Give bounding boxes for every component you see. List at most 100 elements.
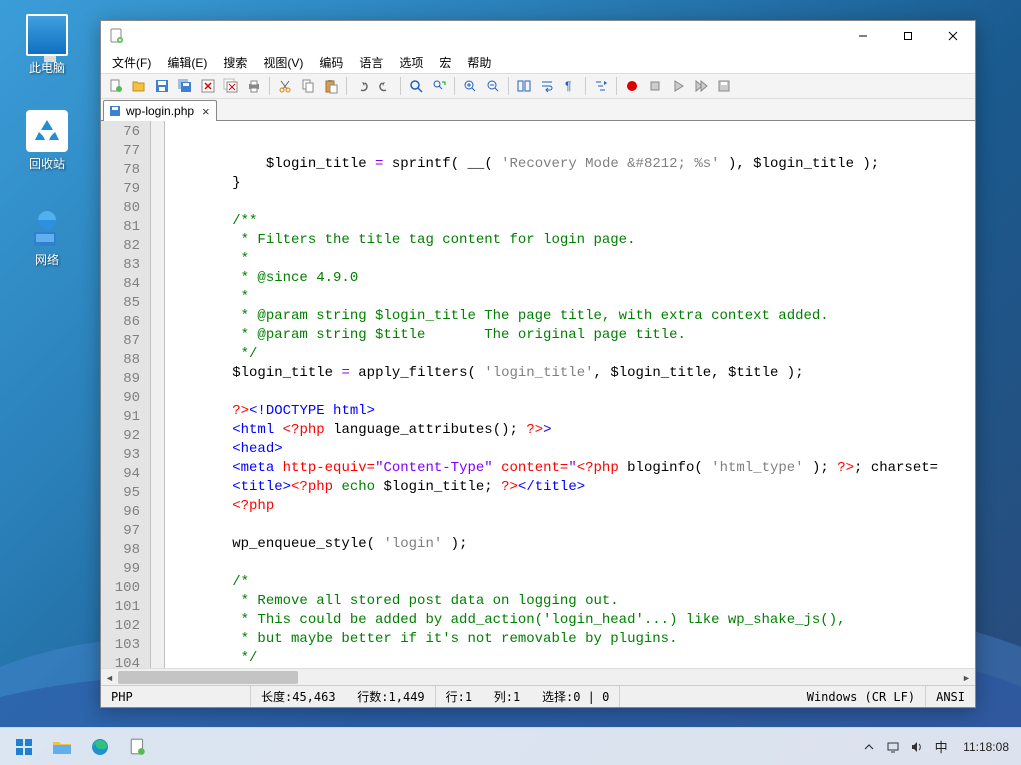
line-number: 84 — [101, 275, 150, 294]
code-line[interactable]: /* — [165, 573, 975, 592]
tab-wp-login[interactable]: wp-login.php × — [103, 100, 217, 121]
save-all-button[interactable] — [174, 75, 196, 97]
undo-button[interactable] — [351, 75, 373, 97]
code-line[interactable]: } — [165, 174, 975, 193]
tab-close-icon[interactable]: × — [202, 105, 210, 118]
desktop-icon-recycle-bin[interactable]: 回收站 — [12, 110, 82, 172]
code-line[interactable]: /** — [165, 212, 975, 231]
editor[interactable]: 7677787980818283848586878889909192939495… — [101, 121, 975, 668]
macro-record-button[interactable] — [621, 75, 643, 97]
tray-volume-icon[interactable] — [909, 739, 925, 755]
cut-button[interactable] — [274, 75, 296, 97]
scroll-left-arrow[interactable]: ◄ — [101, 669, 118, 686]
code-line[interactable]: * — [165, 288, 975, 307]
code-line[interactable]: <head> — [165, 440, 975, 459]
zoom-in-button[interactable] — [459, 75, 481, 97]
macro-stop-button[interactable] — [644, 75, 666, 97]
line-number: 85 — [101, 294, 150, 313]
titlebar[interactable] — [101, 21, 975, 51]
app-icon — [109, 28, 125, 44]
code-line[interactable]: * but maybe better if it's not removable… — [165, 630, 975, 649]
status-position: 行: 1 列: 1 选择: 0 | 0 — [436, 686, 621, 707]
show-all-chars-button[interactable]: ¶ — [559, 75, 581, 97]
open-file-button[interactable] — [128, 75, 150, 97]
sync-vscroll-button[interactable] — [513, 75, 535, 97]
code-line[interactable]: */ — [165, 649, 975, 668]
code-line[interactable] — [165, 383, 975, 402]
desktop-icon-this-pc[interactable]: 此电脑 — [12, 14, 82, 76]
menu-item-2[interactable]: 搜索 — [216, 52, 254, 73]
taskbar-edge[interactable] — [82, 731, 118, 763]
new-file-button[interactable] — [105, 75, 127, 97]
close-button[interactable] — [930, 21, 975, 51]
menu-item-4[interactable]: 编码 — [312, 52, 350, 73]
macro-save-button[interactable] — [713, 75, 735, 97]
taskbar-clock[interactable]: 11:18:08 — [957, 740, 1015, 754]
replace-button[interactable] — [428, 75, 450, 97]
code-line[interactable]: ?><!DOCTYPE html> — [165, 402, 975, 421]
tray-chevron-icon[interactable] — [861, 739, 877, 755]
menu-item-0[interactable]: 文件(F) — [105, 52, 158, 73]
taskbar-notepadpp[interactable] — [120, 731, 156, 763]
horizontal-scrollbar[interactable]: ◄ ► — [101, 668, 975, 685]
save-button[interactable] — [151, 75, 173, 97]
close-all-button[interactable] — [220, 75, 242, 97]
zoom-out-button[interactable] — [482, 75, 504, 97]
code-line[interactable]: * This could be added by add_action('log… — [165, 611, 975, 630]
copy-button[interactable] — [297, 75, 319, 97]
code-line[interactable]: * @param string $title The original page… — [165, 326, 975, 345]
tray-network-icon[interactable] — [885, 739, 901, 755]
line-number: 99 — [101, 560, 150, 579]
code-line[interactable] — [165, 516, 975, 535]
taskbar-explorer[interactable] — [44, 731, 80, 763]
recycle-icon — [26, 110, 68, 152]
scroll-right-arrow[interactable]: ► — [958, 669, 975, 686]
desktop-icon-network[interactable]: 网络 — [12, 206, 82, 268]
menu-item-7[interactable]: 宏 — [432, 52, 458, 73]
code-line[interactable]: $login_title = apply_filters( 'login_tit… — [165, 364, 975, 383]
menu-item-1[interactable]: 编辑(E) — [160, 52, 214, 73]
redo-button[interactable] — [374, 75, 396, 97]
code-line[interactable]: <?php — [165, 497, 975, 516]
line-number: 102 — [101, 617, 150, 636]
code-line[interactable]: <html <?php language_attributes(); ?>> — [165, 421, 975, 440]
maximize-button[interactable] — [885, 21, 930, 51]
close-file-button[interactable] — [197, 75, 219, 97]
code-area[interactable]: $login_title = sprintf( __( 'Recovery Mo… — [165, 121, 975, 668]
print-button[interactable] — [243, 75, 265, 97]
find-button[interactable] — [405, 75, 427, 97]
paste-button[interactable] — [320, 75, 342, 97]
code-line[interactable]: * @since 4.9.0 — [165, 269, 975, 288]
macro-play-multi-button[interactable] — [690, 75, 712, 97]
minimize-button[interactable] — [840, 21, 885, 51]
code-line[interactable]: * @param string $login_title The page ti… — [165, 307, 975, 326]
menu-item-5[interactable]: 语言 — [352, 52, 390, 73]
macro-play-button[interactable] — [667, 75, 689, 97]
code-line[interactable]: <meta http-equiv="Content-Type" content=… — [165, 459, 975, 478]
code-line[interactable]: $login_title = sprintf( __( 'Recovery Mo… — [165, 155, 975, 174]
indent-guide-button[interactable] — [590, 75, 612, 97]
line-number: 90 — [101, 389, 150, 408]
start-button[interactable] — [6, 731, 42, 763]
code-line[interactable]: * — [165, 250, 975, 269]
menu-item-8[interactable]: 帮助 — [460, 52, 498, 73]
code-line[interactable]: */ — [165, 345, 975, 364]
fold-margin — [151, 121, 165, 668]
menu-item-6[interactable]: 选项 — [392, 52, 430, 73]
line-number: 96 — [101, 503, 150, 522]
notepadpp-window: 文件(F)编辑(E)搜索视图(V)编码语言选项宏帮助 ¶ — [100, 20, 976, 708]
desktop-icon-label: 回收站 — [12, 155, 82, 172]
code-line[interactable]: wp_enqueue_style( 'login' ); — [165, 535, 975, 554]
toolbar: ¶ — [101, 73, 975, 99]
menu-item-3[interactable]: 视图(V) — [256, 52, 310, 73]
code-line[interactable]: * Remove all stored post data on logging… — [165, 592, 975, 611]
tray-ime[interactable]: 中 — [933, 739, 949, 755]
code-line[interactable]: <title><?php echo $login_title; ?></titl… — [165, 478, 975, 497]
line-number: 101 — [101, 598, 150, 617]
wordwrap-button[interactable] — [536, 75, 558, 97]
scroll-thumb[interactable] — [118, 671, 298, 684]
line-number: 83 — [101, 256, 150, 275]
code-line[interactable] — [165, 554, 975, 573]
code-line[interactable]: * Filters the title tag content for logi… — [165, 231, 975, 250]
code-line[interactable] — [165, 193, 975, 212]
